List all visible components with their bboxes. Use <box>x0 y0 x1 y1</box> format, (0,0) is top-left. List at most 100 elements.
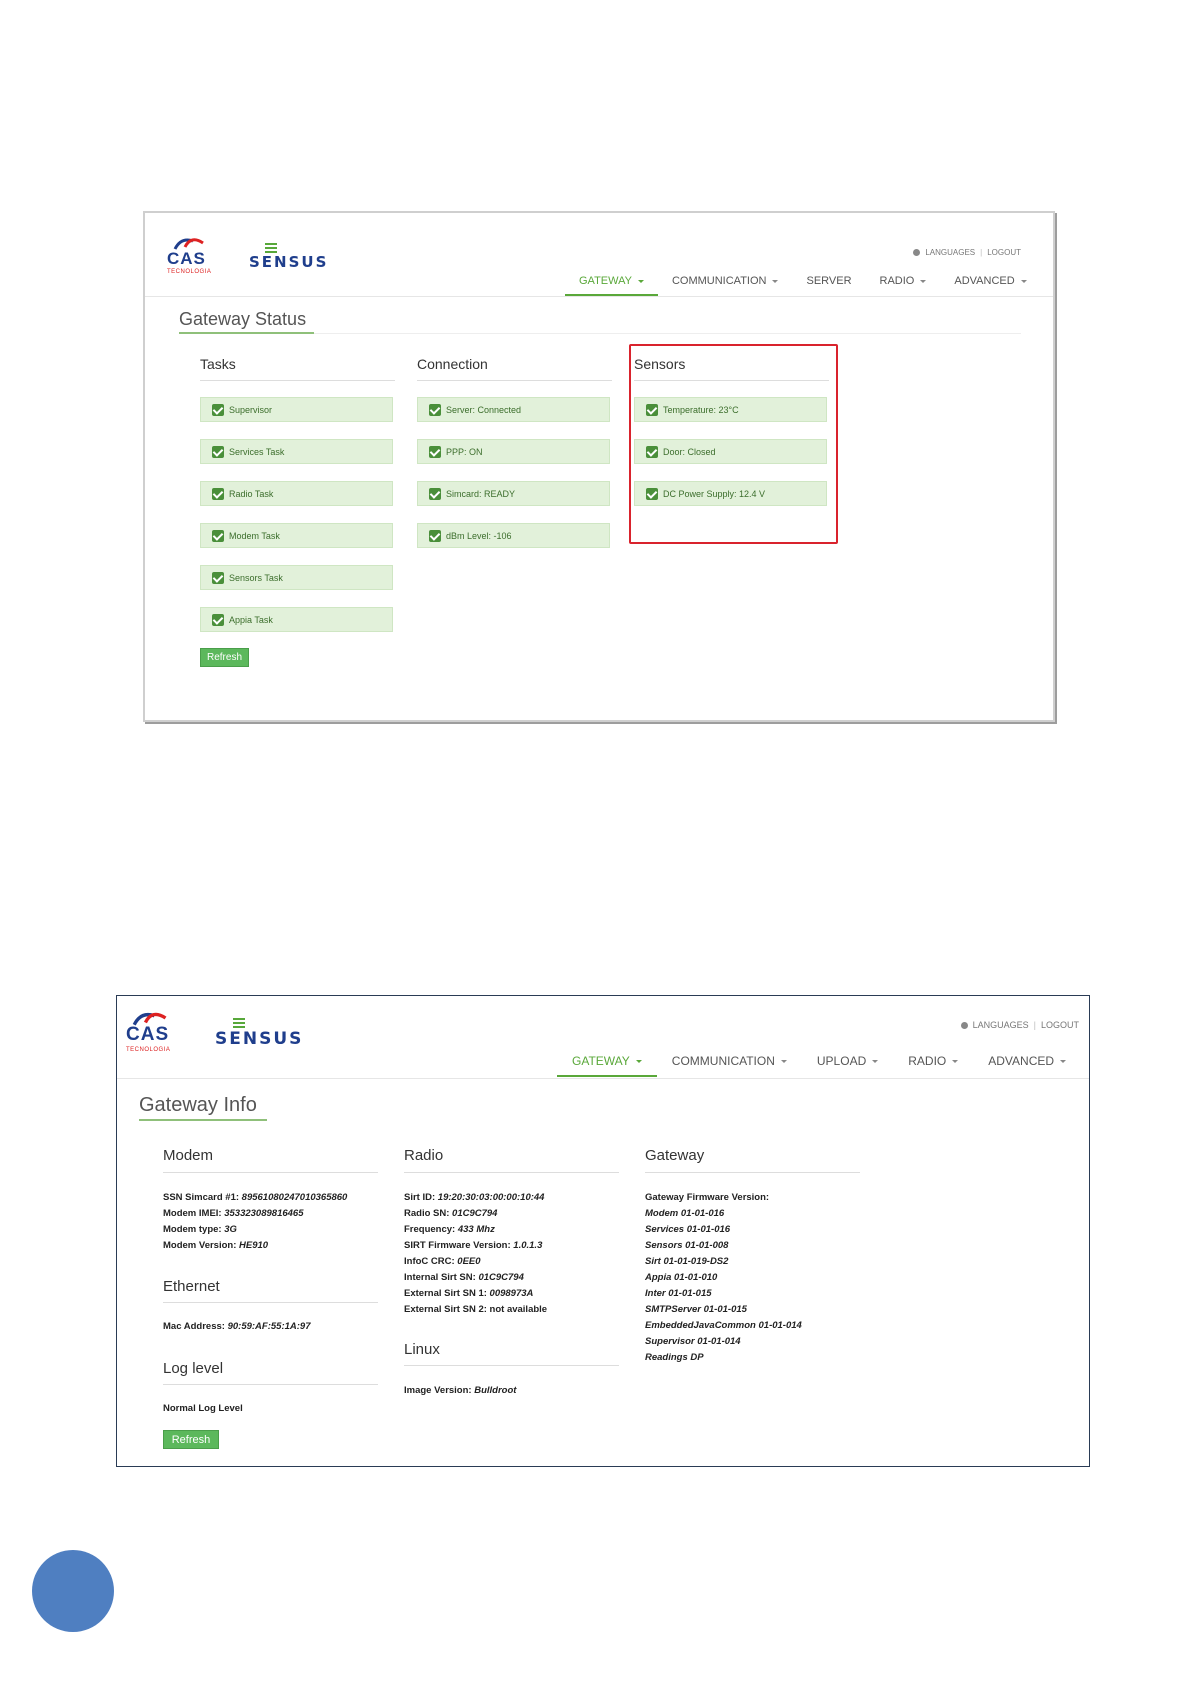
sensus-text: SENSUS <box>249 253 329 271</box>
page-title: Gateway Status <box>179 309 307 329</box>
radio-frequency: Frequency: 433 Mhz <box>404 1224 495 1235</box>
gateway-version-item: Modem 01-01-016 <box>645 1208 725 1219</box>
caret-down-icon <box>772 279 779 283</box>
checkbox-checked-icon <box>429 403 441 416</box>
checkbox-checked-icon <box>429 529 441 542</box>
title-underline <box>139 1119 267 1121</box>
gateway-version-item: Inter 01-01-015 <box>645 1288 712 1299</box>
checkbox-checked-icon <box>212 571 224 584</box>
top-links: LANGUAGES | LOGOUT <box>960 1020 1079 1030</box>
sensus-text: SENSUS <box>215 1029 304 1049</box>
nav-advanced[interactable]: ADVANCED <box>940 275 1040 287</box>
nav-communication[interactable]: COMMUNICATION <box>658 275 793 287</box>
cas-logo: CAS TECNOLOGIA <box>167 235 217 275</box>
gateway-info-screenshot: CAS TECNOLOGIA SENSUS LANGUAGES | LOGOUT… <box>116 995 1090 1467</box>
log-level-value: Normal Log Level <box>163 1403 243 1414</box>
task-sensors: Sensors Task <box>200 565 393 590</box>
nav-advanced[interactable]: ADVANCED <box>973 1054 1081 1068</box>
page-number-circle <box>32 1550 114 1632</box>
cas-subtitle: TECNOLOGIA <box>126 1047 171 1053</box>
radio-infoc-crc: InfoC CRC: 0EE0 <box>404 1256 481 1267</box>
logout-link[interactable]: LOGOUT <box>987 248 1021 257</box>
caret-down-icon <box>635 1060 642 1064</box>
caret-down-icon <box>952 1060 959 1064</box>
connection-dbm: dBm Level: -106 <box>417 523 610 548</box>
checkbox-checked-icon <box>429 445 441 458</box>
nav-gateway[interactable]: GATEWAY <box>565 275 658 296</box>
task-supervisor: Supervisor <box>200 397 393 422</box>
main-nav: GATEWAY COMMUNICATION SERVER RADIO ADVAN… <box>565 275 1041 296</box>
radio-external-sn1: External Sirt SN 1: 0098973A <box>404 1288 534 1299</box>
task-radio: Radio Task <box>200 481 393 506</box>
checkbox-checked-icon <box>212 403 224 416</box>
nav-radio[interactable]: RADIO <box>893 1054 973 1068</box>
cas-logo: CAS TECNOLOGIA <box>126 1009 181 1054</box>
modem-ssn: SSN Simcard #1: 89561080247010365860 <box>163 1192 348 1203</box>
sensus-logo: SENSUS <box>215 1018 315 1050</box>
title-underline <box>179 332 314 334</box>
caret-down-icon <box>920 279 927 283</box>
connection-ppp: PPP: ON <box>417 439 610 464</box>
nav-upload[interactable]: UPLOAD <box>802 1054 893 1068</box>
linux-image-version: Image Version: Bulldroot <box>404 1385 517 1396</box>
checkbox-checked-icon <box>212 487 224 500</box>
gateway-heading: Gateway <box>645 1147 705 1164</box>
globe-icon <box>913 249 921 256</box>
header-divider <box>117 1078 1089 1079</box>
gateway-version-item: Supervisor 01-01-014 <box>645 1336 741 1347</box>
gateway-version-item: Sensors 01-01-008 <box>645 1240 729 1251</box>
nav-server[interactable]: SERVER <box>792 275 865 287</box>
modem-heading: Modem <box>163 1147 214 1164</box>
globe-icon <box>960 1021 968 1029</box>
top-links: LANGUAGES | LOGOUT <box>913 248 1021 257</box>
gateway-version-item: Appia 01-01-010 <box>645 1272 718 1283</box>
caret-down-icon <box>780 1060 787 1064</box>
caret-down-icon <box>1020 279 1027 283</box>
tasks-heading: Tasks <box>200 356 236 372</box>
connection-heading: Connection <box>417 356 488 372</box>
gateway-version-item: SMTPServer 01-01-015 <box>645 1304 747 1315</box>
languages-link[interactable]: LANGUAGES <box>973 1020 1029 1030</box>
sensors-highlight-box <box>629 344 838 544</box>
task-modem: Modem Task <box>200 523 393 548</box>
linux-heading: Linux <box>404 1341 440 1358</box>
gateway-firmware-label: Gateway Firmware Version: <box>645 1192 770 1203</box>
modem-imei: Modem IMEI: 353323089816465 <box>163 1208 304 1219</box>
nav-communication[interactable]: COMMUNICATION <box>657 1054 802 1068</box>
languages-link[interactable]: LANGUAGES <box>925 248 975 257</box>
refresh-button[interactable]: Refresh <box>200 648 249 667</box>
radio-sirt-id: Sirt ID: 19:20:30:03:00:00:10:44 <box>404 1192 545 1203</box>
checkbox-checked-icon <box>212 445 224 458</box>
radio-internal-sn: Internal Sirt SN: 01C9C794 <box>404 1272 524 1283</box>
radio-sn: Radio SN: 01C9C794 <box>404 1208 498 1219</box>
checkbox-checked-icon <box>429 487 441 500</box>
logout-link[interactable]: LOGOUT <box>1041 1020 1079 1030</box>
nav-gateway[interactable]: GATEWAY <box>557 1054 657 1077</box>
cas-text: CAS <box>126 1024 170 1045</box>
radio-firmware: SIRT Firmware Version: 1.0.1.3 <box>404 1240 543 1251</box>
checkbox-checked-icon <box>212 529 224 542</box>
refresh-button[interactable]: Refresh <box>163 1430 219 1449</box>
radio-external-sn2: External Sirt SN 2: not available <box>404 1304 548 1315</box>
gateway-version-item: Services 01-01-016 <box>645 1224 731 1235</box>
cas-subtitle: TECNOLOGIA <box>167 269 212 275</box>
gateway-version-item: EmbeddedJavaCommon 01-01-014 <box>645 1320 802 1331</box>
main-nav: GATEWAY COMMUNICATION UPLOAD RADIO ADVAN… <box>557 1054 1081 1077</box>
nav-radio[interactable]: RADIO <box>866 275 941 287</box>
sensus-logo: SENSUS <box>249 243 339 273</box>
connection-simcard: Simcard: READY <box>417 481 610 506</box>
connection-server: Server: Connected <box>417 397 610 422</box>
caret-down-icon <box>1060 1060 1067 1064</box>
task-appia: Appia Task <box>200 607 393 632</box>
cas-text: CAS <box>167 249 206 268</box>
radio-heading: Radio <box>404 1147 444 1164</box>
ethernet-mac: Mac Address: 90:59:AF:55:1A:97 <box>163 1321 311 1332</box>
checkbox-checked-icon <box>212 613 224 626</box>
log-level-heading: Log level <box>163 1360 224 1377</box>
page-title: Gateway Info <box>139 1094 257 1116</box>
ethernet-heading: Ethernet <box>163 1278 220 1295</box>
caret-down-icon <box>872 1060 879 1064</box>
gateway-version-item: Sirt 01-01-019-DS2 <box>645 1256 729 1267</box>
modem-version: Modem Version: HE910 <box>163 1240 269 1251</box>
header-divider <box>145 296 1053 297</box>
